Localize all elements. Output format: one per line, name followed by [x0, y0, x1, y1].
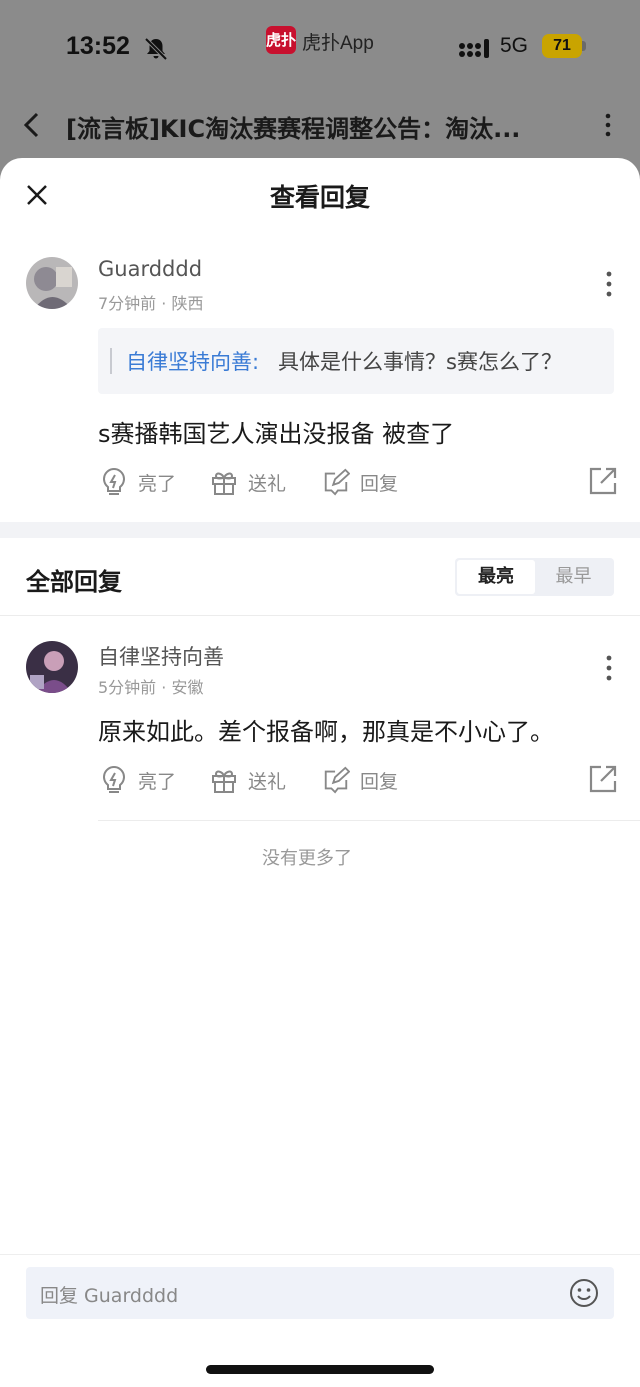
post-meta: 7分钟前 · 陕西: [98, 294, 204, 313]
quote-bar: [110, 348, 112, 374]
emoji-icon[interactable]: [568, 1277, 600, 1309]
edit-comment-icon: [324, 766, 350, 794]
section-title: 全部回复: [26, 568, 122, 596]
reply-actions: 亮了 送礼 回复: [98, 762, 618, 798]
username[interactable]: Guardddd: [98, 257, 202, 281]
more-vertical-icon[interactable]: [596, 110, 620, 140]
app-name: 虎扑App: [302, 33, 374, 54]
share-icon[interactable]: [588, 764, 618, 794]
reply-content: 原来如此。差个报备啊，那真是不小心了。: [98, 718, 554, 746]
back-arrow-icon[interactable]: [18, 110, 44, 140]
reply-label: 回复: [360, 472, 399, 495]
more-vertical-icon[interactable]: [604, 270, 614, 298]
quoted-reply[interactable]: 自律坚持向善: 具体是什么事情？s赛怎么了？: [98, 328, 614, 394]
nav-bar: [流言板]KIC淘汰赛赛程调整公告：淘汰...: [0, 100, 640, 150]
more-vertical-icon[interactable]: [604, 654, 614, 682]
app-logo-badge: 虎扑: [266, 26, 296, 54]
status-bar: 13:52 虎扑 虎扑App 5G 71: [0, 26, 640, 70]
username[interactable]: 自律坚持向善: [98, 641, 224, 671]
gift-label: 送礼: [248, 770, 287, 793]
edit-comment-icon: [324, 468, 350, 496]
sort-option-earliest[interactable]: 最早: [535, 560, 612, 594]
network-type: 5G: [500, 34, 529, 57]
share-icon[interactable]: [588, 466, 618, 496]
like-label: 亮了: [138, 770, 177, 793]
status-time: 13:52: [66, 32, 130, 60]
battery-level: 71: [553, 37, 571, 54]
avatar[interactable]: [26, 257, 78, 309]
reply-meta: 5分钟前 · 安徽: [98, 678, 204, 697]
reply-button[interactable]: 回复: [322, 464, 398, 500]
gift-icon: [212, 472, 236, 495]
divider: [98, 820, 640, 821]
lightbulb-icon: [103, 467, 125, 495]
page-title: [流言板]KIC淘汰赛赛程调整公告：淘汰...: [66, 115, 521, 143]
quote-text: 具体是什么事情？s赛怎么了？: [278, 350, 562, 374]
like-label: 亮了: [138, 472, 177, 495]
post-content: s赛播韩国艺人演出没报备 被查了: [98, 420, 455, 448]
battery-indicator: 71: [542, 34, 586, 58]
post-actions: 亮了 送礼 回复: [98, 464, 618, 500]
like-button[interactable]: 亮了: [100, 464, 176, 500]
lightbulb-icon: [103, 765, 125, 793]
home-indicator: [206, 1365, 434, 1374]
quote-username[interactable]: 自律坚持向善:: [126, 346, 259, 376]
reply-label: 回复: [360, 770, 399, 793]
gift-button[interactable]: 送礼: [210, 762, 286, 798]
gift-button[interactable]: 送礼: [210, 464, 286, 500]
reply-input[interactable]: 回复 Guardddd: [26, 1267, 614, 1319]
reply-sheet: 查看回复 Guardddd 7分钟前 · 陕西 自律坚持向善: 具体是什么事情？…: [0, 158, 640, 1387]
gift-label: 送礼: [248, 472, 287, 495]
sheet-title: 查看回复: [269, 183, 370, 212]
sheet-header: 查看回复: [0, 158, 640, 234]
like-button[interactable]: 亮了: [100, 762, 176, 798]
bell-muted-icon: [144, 37, 168, 61]
divider: [0, 615, 640, 616]
no-more-text: 没有更多了: [262, 848, 352, 869]
sort-option-brightest[interactable]: 最亮: [457, 560, 535, 594]
signal-icon: [459, 39, 489, 58]
gift-icon: [212, 770, 236, 793]
avatar[interactable]: [26, 641, 78, 693]
reply-button[interactable]: 回复: [322, 762, 398, 798]
section-divider: [0, 522, 640, 538]
sort-toggle: 最亮 最早: [455, 558, 614, 596]
reply-placeholder: 回复 Guardddd: [40, 1285, 179, 1307]
